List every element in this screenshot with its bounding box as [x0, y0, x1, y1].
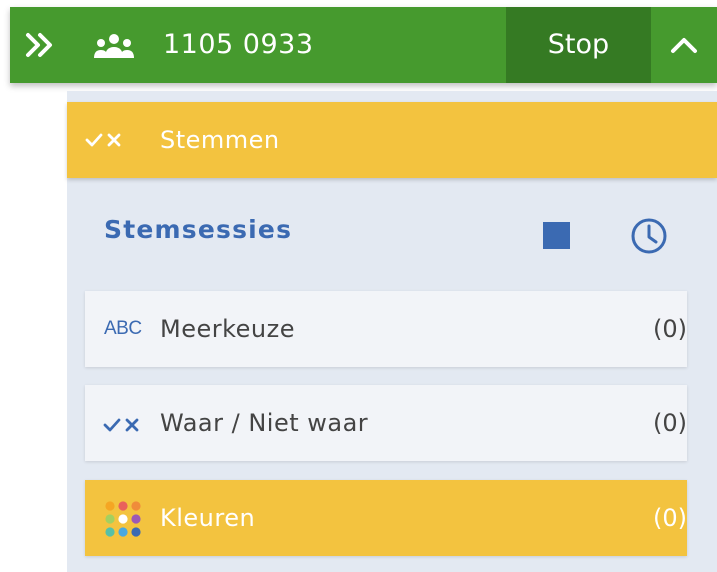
- stop-button[interactable]: Stop: [506, 7, 651, 83]
- clock-icon[interactable]: [630, 217, 668, 255]
- check-cross-icon: [85, 130, 125, 150]
- item-label: Meerkeuze: [160, 315, 295, 343]
- item-count: (0): [653, 504, 687, 532]
- session-code: 1105 0933: [163, 29, 314, 60]
- sessions-title: Stemsessies: [104, 215, 293, 244]
- list-item-waar-niet-waar[interactable]: Waar / Niet waar (0): [85, 385, 687, 461]
- session-topbar: 1105 0933 Stop: [10, 7, 717, 83]
- stop-square-icon[interactable]: [543, 222, 570, 249]
- item-count: (0): [653, 315, 687, 343]
- item-count: (0): [653, 409, 687, 437]
- abc-icon: ABC: [104, 318, 142, 339]
- list-item-kleuren[interactable]: Kleuren (0): [85, 480, 687, 556]
- collapse-button[interactable]: [651, 7, 717, 83]
- item-label: Kleuren: [160, 504, 256, 532]
- voting-panel: Stemmen Stemsessies ABC Meerkeuze (0) Wa…: [67, 91, 717, 572]
- expand-button[interactable]: [10, 7, 70, 83]
- check-cross-icon: [103, 415, 143, 435]
- list-item-meerkeuze[interactable]: ABC Meerkeuze (0): [85, 291, 687, 367]
- color-dots-icon: [105, 501, 141, 537]
- item-label: Waar / Niet waar: [160, 409, 369, 437]
- section-title: Stemmen: [160, 126, 280, 154]
- section-header-stemmen[interactable]: Stemmen: [67, 102, 717, 178]
- double-chevron-right-icon: [26, 33, 52, 57]
- chevron-up-icon: [671, 38, 697, 53]
- users-icon: [94, 34, 134, 58]
